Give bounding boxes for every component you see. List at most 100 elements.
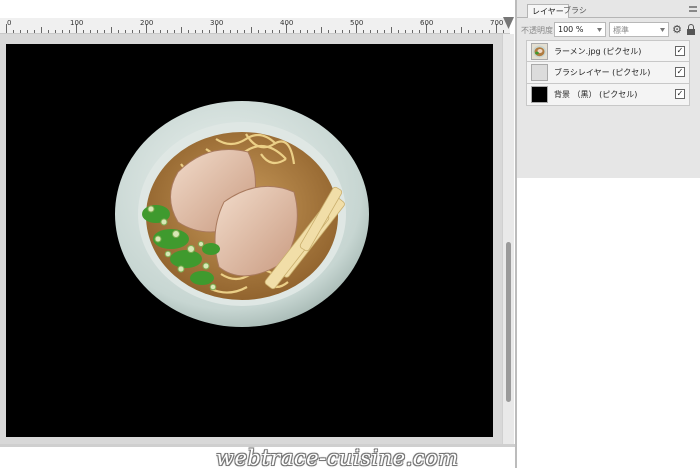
tab-brushes[interactable]: ブラシ: [559, 4, 591, 18]
ruler-tick: [132, 30, 133, 33]
ruler-tick: [307, 30, 308, 33]
ruler-tick: [55, 30, 56, 33]
ruler-tick: [167, 30, 168, 33]
ruler-tick: [342, 30, 343, 33]
ruler-tick: [391, 27, 392, 33]
ruler-tick: [20, 30, 21, 33]
ruler-tick: [293, 30, 294, 33]
ruler-tick: [195, 30, 196, 33]
layers-panel: レイヤー ブラシ 不透明度: 100 % 標準 ⚙ ラーメン.jpg (ピクセル…: [517, 0, 700, 178]
ruler-tick: [118, 30, 119, 33]
panel-tab-bar: レイヤー ブラシ: [517, 2, 700, 18]
ruler-tick: [384, 30, 385, 33]
gear-icon[interactable]: ⚙: [671, 23, 683, 36]
visibility-checkbox[interactable]: ✓: [675, 89, 685, 99]
opacity-label: 不透明度:: [521, 26, 556, 35]
ruler-tick: [314, 30, 315, 33]
layer-thumbnail: [531, 86, 548, 103]
ruler-label: 100: [70, 19, 84, 27]
ruler-label: 700: [490, 19, 504, 27]
ruler-tick: [321, 27, 322, 33]
ruler-tick: [83, 30, 84, 33]
ruler-tick: [153, 30, 154, 33]
ruler-tick: [349, 30, 350, 33]
ruler-tick: [97, 30, 98, 33]
ruler-tick: [272, 30, 273, 33]
ruler-tick: [454, 30, 455, 33]
chevron-down-icon: [660, 28, 665, 32]
panel-menu-icon[interactable]: [689, 6, 697, 12]
ruler-tick: [48, 30, 49, 33]
ruler-tick: [461, 27, 462, 33]
ruler-tick: [468, 30, 469, 33]
chevron-down-icon: [597, 28, 602, 32]
ruler-tick: [279, 30, 280, 33]
ruler-tick: [370, 30, 371, 33]
document-canvas[interactable]: [6, 44, 493, 437]
ruler-tick: [174, 30, 175, 33]
ruler-tick: [363, 30, 364, 33]
lock-icon[interactable]: [687, 24, 695, 35]
ruler-label: 200: [140, 19, 154, 27]
ruler-tick: [62, 30, 63, 33]
ruler-tick: [412, 30, 413, 33]
ramen-bowl-image: [115, 101, 369, 327]
ruler-tick: [482, 30, 483, 33]
ruler-tick: [433, 30, 434, 33]
ruler-tick: [335, 30, 336, 33]
layer-controls: 不透明度: 100 % 標準 ⚙: [517, 20, 700, 40]
ruler-tick: [139, 30, 140, 33]
ruler-tick: [41, 27, 42, 33]
ruler-tick: [265, 30, 266, 33]
ruler-tick: [447, 30, 448, 33]
ramen-thumbnail-icon: [532, 44, 547, 59]
ruler-tick: [251, 27, 252, 33]
ruler-tick: [440, 30, 441, 33]
horizontal-ruler: 0 100 200 300 400 500 600 700: [0, 18, 510, 34]
ruler-tick: [202, 30, 203, 33]
layer-row-ramen[interactable]: ラーメン.jpg (ピクセル) ✓: [526, 40, 690, 62]
ruler-tick: [104, 30, 105, 33]
ruler-tick: [244, 30, 245, 33]
layer-name: ブラシレイヤー (ピクセル): [554, 68, 651, 77]
blend-mode-dropdown[interactable]: 標準: [609, 22, 669, 37]
ruler-label: 400: [280, 19, 294, 27]
ruler-tick: [90, 30, 91, 33]
visibility-checkbox[interactable]: ✓: [675, 67, 685, 77]
ruler-tick: [209, 30, 210, 33]
blend-mode-value: 標準: [613, 26, 629, 35]
layer-name: ラーメン.jpg (ピクセル): [554, 47, 642, 56]
ruler-tick: [125, 30, 126, 33]
ruler-tick: [237, 30, 238, 33]
ruler-label: 300: [210, 19, 224, 27]
ruler-tick: [27, 30, 28, 33]
site-watermark: webtrace-cuisine.com: [216, 446, 459, 468]
ruler-label: 600: [420, 19, 434, 27]
opacity-dropdown[interactable]: 100 %: [554, 22, 606, 37]
ruler-tick: [230, 30, 231, 33]
ruler-tick: [489, 30, 490, 33]
ruler-tick: [419, 30, 420, 33]
layers-list: ラーメン.jpg (ピクセル) ✓ ブラシレイヤー (ピクセル) ✓ 背景 （黒…: [526, 40, 690, 106]
opacity-value: 100 %: [558, 25, 584, 34]
layer-name: 背景 （黒） (ピクセル): [554, 90, 638, 99]
ruler-tick: [69, 30, 70, 33]
ruler-tick: [223, 30, 224, 33]
canvas-workspace: [0, 34, 510, 444]
ruler-tick: [34, 30, 35, 33]
ruler-tick: [258, 30, 259, 33]
ruler-label: 500: [350, 19, 364, 27]
ruler-tick: [160, 30, 161, 33]
ruler-tick: [13, 30, 14, 33]
ruler-tick: [405, 30, 406, 33]
ruler-tick: [377, 30, 378, 33]
layer-thumbnail: [531, 43, 548, 60]
visibility-checkbox[interactable]: ✓: [675, 46, 685, 56]
layer-row-brush[interactable]: ブラシレイヤー (ピクセル) ✓: [526, 62, 690, 84]
vertical-scrollbar-thumb[interactable]: [506, 242, 511, 402]
layer-thumbnail: [531, 64, 548, 81]
ruler-tick: [181, 27, 182, 33]
ruler-tick: [188, 30, 189, 33]
layer-row-background[interactable]: 背景 （黒） (ピクセル) ✓: [526, 84, 690, 106]
vertical-scrollbar[interactable]: [502, 34, 514, 444]
